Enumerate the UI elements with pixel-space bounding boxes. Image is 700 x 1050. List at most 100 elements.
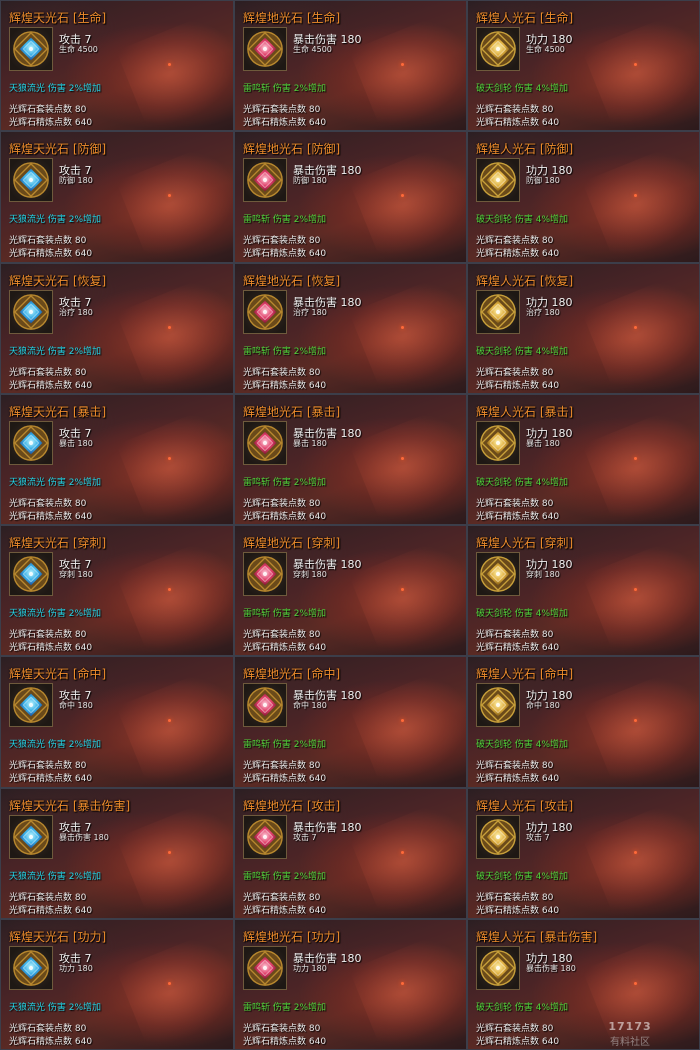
secondary-stat: 穿刺 180 bbox=[59, 570, 93, 579]
gem-card-earth: 辉煌地光石 [暴击] 暴击伤害 180 暴击 180 雷鸣斩 伤害 2%增加 光… bbox=[234, 393, 467, 525]
secondary-stat: 防御 180 bbox=[526, 176, 560, 186]
secondary-stat: 暴击伤害 180 bbox=[526, 963, 576, 973]
refine-points: 光辉石精炼点数 640 bbox=[9, 1036, 93, 1047]
set-points: 光辉石套装点数 80 bbox=[9, 498, 87, 509]
gem-card-sky: 辉煌天光石 [功力] 攻击 7 功力 180 天狼流光 伤害 2%增加 光辉石套… bbox=[0, 918, 234, 1050]
gold-gem-icon bbox=[476, 683, 520, 728]
skill-effect: 天狼流光 伤害 2%增加 bbox=[9, 609, 101, 619]
skill-effect: 破天剑轮 伤害 4%增加 bbox=[476, 477, 568, 488]
gem-card-sky: 辉煌天光石 [暴击伤害] 攻击 7 暴击伤害 180 天狼流光 伤害 2%增加 … bbox=[0, 787, 234, 919]
set-points: 光辉石套装点数 80 bbox=[9, 105, 87, 115]
set-points: 光辉石套装点数 80 bbox=[476, 105, 554, 115]
gem-card-earth: 辉煌地光石 [生命] 暴击伤害 180 生命 4500 雷鸣斩 伤害 2%增加 … bbox=[234, 0, 467, 132]
skill-effect: 雷鸣斩 伤害 2%增加 bbox=[243, 215, 326, 226]
refine-points: 光辉石精炼点数 640 bbox=[243, 643, 327, 653]
skill-effect: 破天剑轮 伤害 4%增加 bbox=[476, 1002, 568, 1013]
skill-effect: 天狼流光 伤害 2%增加 bbox=[9, 215, 101, 226]
skill-effect: 破天剑轮 伤害 4%增加 bbox=[476, 84, 568, 94]
gem-title: 辉煌天光石 [生命] bbox=[9, 11, 107, 25]
gem-card-earth: 辉煌地光石 [攻击] 暴击伤害 180 攻击 7 雷鸣斩 伤害 2%增加 光辉石… bbox=[234, 787, 467, 919]
skill-effect: 雷鸣斩 伤害 2%增加 bbox=[243, 609, 326, 619]
gem-card-sky: 辉煌天光石 [生命] 攻击 7 生命 4500 天狼流光 伤害 2%增加 光辉石… bbox=[0, 0, 234, 132]
blue-gem-icon bbox=[9, 27, 53, 71]
set-points: 光辉石套装点数 80 bbox=[9, 630, 87, 640]
gem-title: 辉煌地光石 [恢复] bbox=[243, 273, 341, 288]
refine-points: 光辉石精炼点数 640 bbox=[476, 118, 560, 128]
skill-effect: 雷鸣斩 伤害 2%增加 bbox=[243, 84, 326, 94]
gold-gem-icon bbox=[476, 158, 520, 203]
gem-title: 辉煌人光石 [暴击] bbox=[476, 404, 574, 419]
gem-card-earth: 辉煌地光石 [功力] 暴击伤害 180 功力 180 雷鸣斩 伤害 2%增加 光… bbox=[234, 918, 467, 1050]
gold-gem-icon bbox=[476, 289, 520, 334]
gem-card-earth: 辉煌地光石 [恢复] 暴击伤害 180 治疗 180 雷鸣斩 伤害 2%增加 光… bbox=[234, 262, 467, 394]
secondary-stat: 治疗 180 bbox=[59, 307, 93, 317]
refine-points: 光辉石精炼点数 640 bbox=[243, 511, 327, 522]
refine-points: 光辉石精炼点数 640 bbox=[476, 1036, 560, 1047]
refine-points: 光辉石精炼点数 640 bbox=[9, 380, 93, 391]
gem-card-sky: 辉煌天光石 [防御] 攻击 7 防御 180 天狼流光 伤害 2%增加 光辉石套… bbox=[0, 131, 234, 263]
gem-title: 辉煌地光石 [命中] bbox=[243, 667, 341, 682]
skill-effect: 天狼流光 伤害 2%增加 bbox=[9, 1002, 101, 1013]
skill-effect: 破天剑轮 伤害 4%增加 bbox=[476, 740, 568, 751]
secondary-stat: 攻击 7 bbox=[293, 832, 317, 842]
gem-title: 辉煌人光石 [恢复] bbox=[476, 273, 574, 288]
blue-gem-icon bbox=[9, 552, 53, 596]
gem-card-human: 辉煌人光石 [命中] 功力 180 命中 180 破天剑轮 伤害 4%增加 光辉… bbox=[467, 656, 700, 788]
skill-effect: 雷鸣斩 伤害 2%增加 bbox=[243, 871, 326, 882]
secondary-stat: 生命 4500 bbox=[59, 45, 98, 54]
secondary-stat: 防御 180 bbox=[59, 176, 93, 186]
gem-title: 辉煌天光石 [防御] bbox=[9, 142, 107, 157]
refine-points: 光辉石精炼点数 640 bbox=[476, 774, 560, 785]
skill-effect: 破天剑轮 伤害 4%增加 bbox=[476, 215, 568, 226]
blue-gem-icon bbox=[9, 158, 53, 203]
set-points: 光辉石套装点数 80 bbox=[243, 105, 321, 115]
skill-effect: 雷鸣斩 伤害 2%增加 bbox=[243, 477, 326, 488]
refine-points: 光辉石精炼点数 640 bbox=[9, 511, 93, 522]
gem-title: 辉煌地光石 [暴击] bbox=[243, 404, 341, 419]
secondary-stat: 命中 180 bbox=[59, 701, 93, 711]
red-gem-icon bbox=[243, 814, 287, 859]
refine-points: 光辉石精炼点数 640 bbox=[9, 643, 93, 653]
refine-points: 光辉石精炼点数 640 bbox=[9, 774, 93, 785]
blue-gem-icon bbox=[9, 683, 53, 728]
set-points: 光辉石套装点数 80 bbox=[9, 892, 87, 903]
set-points: 光辉石套装点数 80 bbox=[476, 892, 554, 903]
skill-effect: 破天剑轮 伤害 4%增加 bbox=[476, 346, 568, 357]
gem-grid: 辉煌天光石 [生命] 攻击 7 生命 4500 天狼流光 伤害 2%增加 光辉石… bbox=[0, 0, 700, 1050]
skill-effect: 雷鸣斩 伤害 2%增加 bbox=[243, 346, 326, 357]
refine-points: 光辉石精炼点数 640 bbox=[243, 1036, 327, 1047]
refine-points: 光辉石精炼点数 640 bbox=[476, 643, 560, 653]
skill-effect: 雷鸣斩 伤害 2%增加 bbox=[243, 1002, 326, 1013]
set-points: 光辉石套装点数 80 bbox=[476, 236, 554, 247]
set-points: 光辉石套装点数 80 bbox=[243, 892, 321, 903]
gem-title: 辉煌人光石 [命中] bbox=[476, 667, 574, 682]
skill-effect: 破天剑轮 伤害 4%增加 bbox=[476, 871, 568, 882]
set-points: 光辉石套装点数 80 bbox=[476, 630, 554, 640]
refine-points: 光辉石精炼点数 640 bbox=[476, 511, 560, 522]
skill-effect: 破天剑轮 伤害 4%增加 bbox=[476, 609, 568, 619]
gem-title: 辉煌地光石 [生命] bbox=[243, 11, 341, 25]
gem-card-human: 辉煌人光石 [攻击] 功力 180 攻击 7 破天剑轮 伤害 4%增加 光辉石套… bbox=[467, 787, 700, 919]
blue-gem-icon bbox=[9, 289, 53, 334]
skill-effect: 天狼流光 伤害 2%增加 bbox=[9, 84, 101, 94]
secondary-stat: 功力 180 bbox=[59, 963, 93, 973]
secondary-stat: 命中 180 bbox=[526, 701, 560, 711]
secondary-stat: 暴击 180 bbox=[59, 438, 93, 448]
gem-card-human: 辉煌人光石 [恢复] 功力 180 治疗 180 破天剑轮 伤害 4%增加 光辉… bbox=[467, 262, 700, 394]
secondary-stat: 防御 180 bbox=[293, 176, 327, 186]
gem-title: 辉煌人光石 [暴击伤害] bbox=[476, 929, 598, 944]
gem-title: 辉煌地光石 [穿刺] bbox=[243, 536, 341, 550]
gem-title: 辉煌地光石 [防御] bbox=[243, 142, 341, 157]
gem-card-sky: 辉煌天光石 [恢复] 攻击 7 治疗 180 天狼流光 伤害 2%增加 光辉石套… bbox=[0, 262, 234, 394]
secondary-stat: 攻击 7 bbox=[526, 832, 550, 842]
red-gem-icon bbox=[243, 27, 287, 71]
gold-gem-icon bbox=[476, 552, 520, 596]
gem-title: 辉煌天光石 [暴击伤害] bbox=[9, 798, 131, 813]
gold-gem-icon bbox=[476, 814, 520, 859]
secondary-stat: 治疗 180 bbox=[293, 307, 327, 317]
gem-card-human: 辉煌人光石 [生命] 功力 180 生命 4500 破天剑轮 伤害 4%增加 光… bbox=[467, 0, 700, 132]
blue-gem-icon bbox=[9, 945, 53, 990]
refine-points: 光辉石精炼点数 640 bbox=[243, 380, 327, 391]
refine-points: 光辉石精炼点数 640 bbox=[243, 774, 327, 785]
red-gem-icon bbox=[243, 158, 287, 203]
